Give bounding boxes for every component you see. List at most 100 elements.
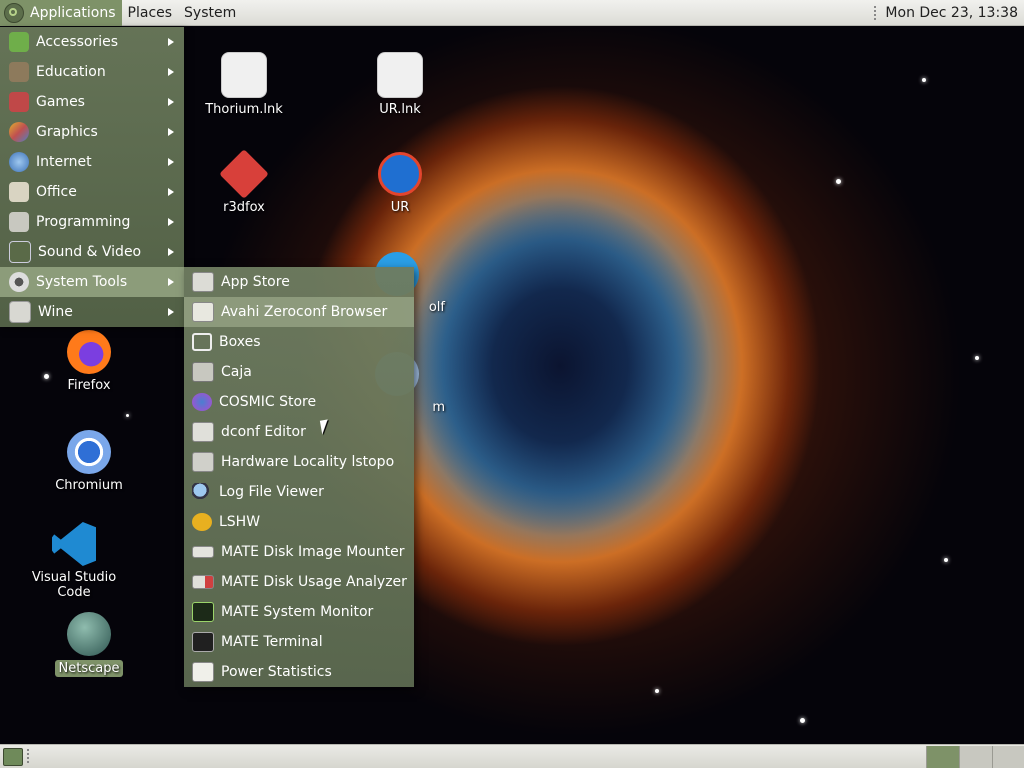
submenu-arrow-icon [168, 308, 174, 316]
desktop-icon-label: olf [428, 300, 445, 315]
vscode-icon [52, 522, 96, 566]
menu-item-programming[interactable]: Programming [0, 207, 184, 237]
star [836, 179, 841, 184]
workspace-2[interactable] [959, 746, 992, 768]
desktop-icon-netscape[interactable]: Netscape [34, 612, 144, 677]
submenu-arrow-icon [168, 188, 174, 196]
submenu-item-hardware-locality-lstopo[interactable]: Hardware Locality lstopo [184, 447, 414, 477]
top-panel: Applications Places System Mon Dec 23, 1… [0, 0, 1024, 26]
desktop-icon-vscode[interactable]: Visual Studio Code [19, 522, 129, 600]
desktop-icon-label: Thorium.lnk [205, 102, 283, 117]
desktop-icon-ur-lnk[interactable]: UR.lnk [345, 52, 455, 117]
menu-item-label: Accessories [36, 34, 119, 50]
system-tools-icon [9, 272, 29, 292]
menu-item-games[interactable]: Games [0, 87, 184, 117]
submenu-item-boxes[interactable]: Boxes [184, 327, 414, 357]
workspace-3[interactable] [992, 746, 1024, 768]
shortcut-icon [221, 52, 267, 98]
desktop-icon-thorium[interactable]: Thorium.lnk [189, 52, 299, 117]
desktop-icon-label: Chromium [55, 478, 123, 493]
star [126, 414, 129, 417]
menu-item-label: Wine [38, 304, 73, 320]
menu-item-accessories[interactable]: Accessories [0, 27, 184, 57]
workspace-1[interactable] [926, 746, 959, 768]
education-icon [9, 62, 29, 82]
menu-item-label: Games [36, 94, 85, 110]
star [655, 689, 659, 693]
submenu-item-mate-disk-usage-analyzer[interactable]: MATE Disk Usage Analyzer [184, 567, 414, 597]
system-monitor-icon [192, 602, 214, 622]
places-menu[interactable]: Places [122, 0, 179, 26]
submenu-item-lshw[interactable]: LSHW [184, 507, 414, 537]
submenu-item-log-file-viewer[interactable]: Log File Viewer [184, 477, 414, 507]
menu-item-education[interactable]: Education [0, 57, 184, 87]
ur-browser-icon [378, 152, 422, 196]
clock-applet[interactable]: Mon Dec 23, 13:38 [874, 5, 1024, 21]
power-statistics-icon [192, 662, 214, 682]
menu-item-office[interactable]: Office [0, 177, 184, 207]
panel-handle [27, 749, 32, 763]
avahi-icon [192, 302, 214, 322]
desktop-icon-label: Firefox [67, 378, 111, 393]
bottom-panel [0, 744, 1024, 768]
submenu-item-avahi-zeroconf-browser[interactable]: Avahi Zeroconf Browser [184, 297, 414, 327]
applications-label: Applications [30, 4, 116, 21]
mate-logo-icon [4, 2, 24, 23]
submenu-item-label: dconf Editor [221, 424, 306, 440]
star [944, 558, 948, 562]
menu-item-system-tools[interactable]: System Tools [0, 267, 184, 297]
submenu-item-label: LSHW [219, 514, 261, 530]
menu-item-graphics[interactable]: Graphics [0, 117, 184, 147]
desktop-icon-chromium[interactable]: Chromium [34, 430, 144, 493]
submenu-item-label: Avahi Zeroconf Browser [221, 304, 388, 320]
lshw-icon [192, 513, 212, 531]
menu-item-label: Office [36, 184, 77, 200]
panel-handle [874, 5, 879, 20]
submenu-item-power-statistics[interactable]: Power Statistics [184, 657, 414, 687]
menu-item-wine[interactable]: Wine [0, 297, 184, 327]
desktop-icon-firefox[interactable]: Firefox [34, 330, 144, 393]
caja-icon [192, 362, 214, 382]
dconf-editor-icon [192, 422, 214, 442]
star [922, 78, 926, 82]
boxes-icon [192, 333, 212, 351]
submenu-item-mate-disk-image-mounter[interactable]: MATE Disk Image Mounter [184, 537, 414, 567]
show-desktop-icon[interactable] [3, 748, 23, 766]
r3dfox-icon [219, 149, 269, 199]
menu-item-label: Graphics [36, 124, 98, 140]
desktop-icon-r3dfox[interactable]: r3dfox [189, 149, 299, 215]
system-menu[interactable]: System [178, 0, 242, 26]
submenu-arrow-icon [168, 278, 174, 286]
applications-dropdown: Accessories Education Games Graphics Int… [0, 27, 184, 327]
submenu-item-mate-system-monitor[interactable]: MATE System Monitor [184, 597, 414, 627]
office-icon [9, 182, 29, 202]
submenu-item-label: Power Statistics [221, 664, 332, 680]
desktop-icon-label: Netscape [54, 660, 124, 677]
desktop-icon-label: UR [390, 200, 410, 215]
submenu-item-app-store[interactable]: App Store [184, 267, 414, 297]
star [800, 718, 805, 723]
menu-item-label: Education [36, 64, 106, 80]
chromium-icon [67, 430, 111, 474]
submenu-arrow-icon [168, 98, 174, 106]
submenu-item-cosmic-store[interactable]: COSMIC Store [184, 387, 414, 417]
menu-item-internet[interactable]: Internet [0, 147, 184, 177]
submenu-arrow-icon [168, 248, 174, 256]
graphics-icon [9, 122, 29, 142]
disk-usage-analyzer-icon [192, 575, 214, 589]
submenu-item-label: Hardware Locality lstopo [221, 454, 395, 470]
submenu-arrow-icon [168, 68, 174, 76]
submenu-item-caja[interactable]: Caja [184, 357, 414, 387]
terminal-icon [192, 632, 214, 652]
submenu-item-dconf-editor[interactable]: dconf Editor [184, 417, 414, 447]
submenu-item-mate-terminal[interactable]: MATE Terminal [184, 627, 414, 657]
log-file-viewer-icon [192, 483, 212, 501]
menu-item-sound-video[interactable]: Sound & Video [0, 237, 184, 267]
submenu-item-label: COSMIC Store [219, 394, 317, 410]
disk-image-mounter-icon [192, 546, 214, 558]
sound-video-icon [9, 241, 31, 263]
desktop-icon-label: UR.lnk [379, 102, 421, 117]
desktop-icon-ur[interactable]: UR [345, 152, 455, 215]
firefox-icon [67, 330, 111, 374]
applications-menu[interactable]: Applications [0, 0, 122, 26]
